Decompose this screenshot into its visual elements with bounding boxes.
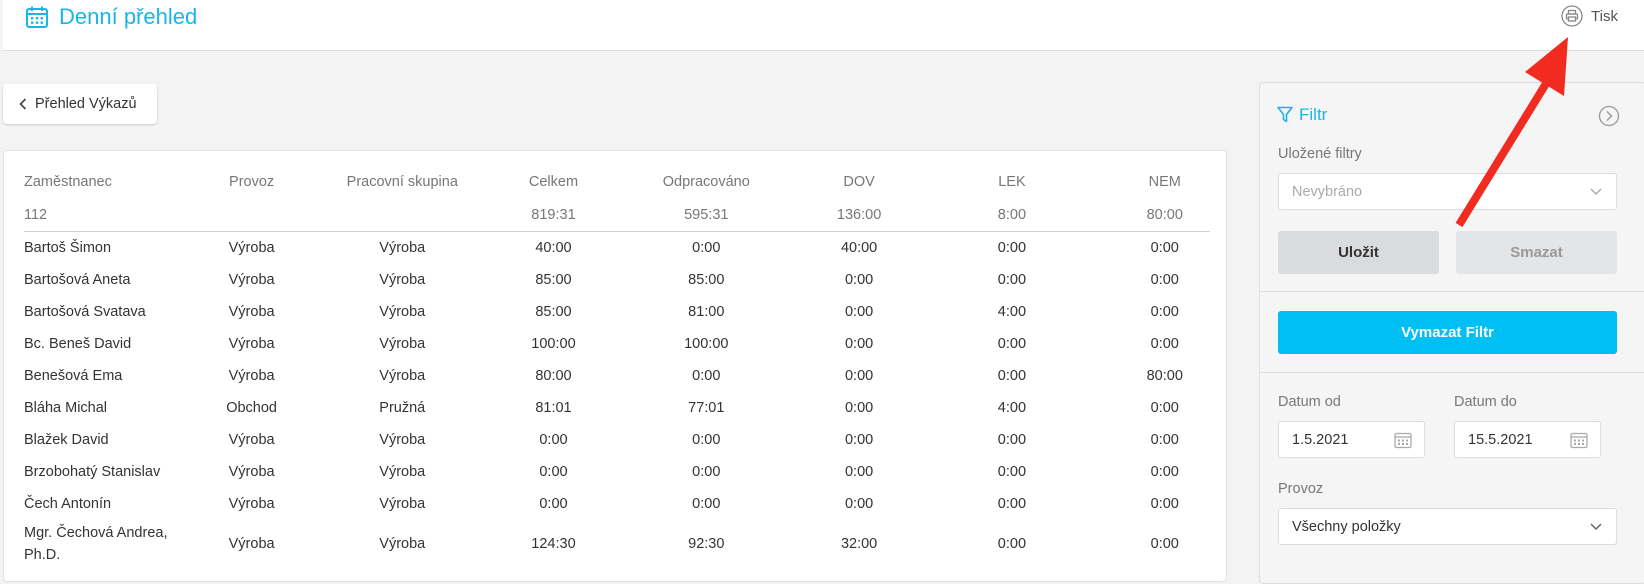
annotation-arrow <box>1455 37 1568 228</box>
